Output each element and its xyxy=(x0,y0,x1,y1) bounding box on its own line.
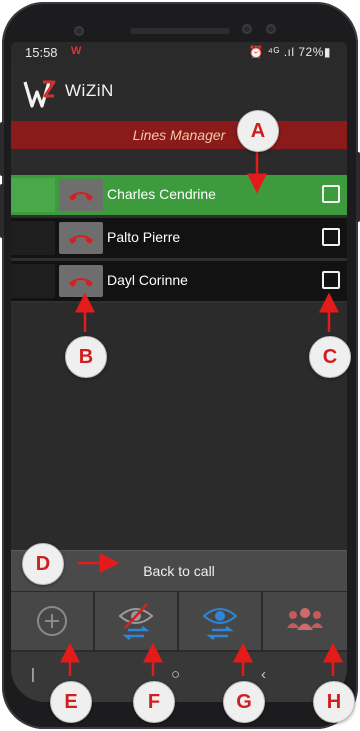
wizin-logo-icon xyxy=(23,80,56,108)
callout-c: C xyxy=(309,336,351,378)
conference-button[interactable] xyxy=(263,592,347,650)
hangup-phone-icon xyxy=(69,235,93,244)
front-camera-icon xyxy=(242,24,252,34)
back-nav-icon[interactable]: ‹ xyxy=(261,666,266,683)
eye-slash-transfer-icon xyxy=(118,603,154,640)
phone-screen: 15:58 W ⏰ ⁴ᴳ .ıl 72%▮ WiZiN Lines Manage… xyxy=(11,42,347,702)
iris-sensor-icon xyxy=(266,24,276,34)
callout-a: A xyxy=(237,110,279,152)
lines-manager-header: Lines Manager xyxy=(11,121,347,149)
callout-d: D xyxy=(22,543,64,585)
hangup-button[interactable] xyxy=(59,179,103,211)
earpiece xyxy=(130,28,230,34)
line-name: Charles Cendrine xyxy=(107,186,216,202)
hangup-phone-icon xyxy=(69,278,93,287)
add-circle-icon xyxy=(37,606,67,636)
bixby-button xyxy=(0,184,4,238)
bottom-toolbar xyxy=(11,592,347,650)
group-icon xyxy=(287,608,323,630)
line-name: Palto Pierre xyxy=(107,229,181,245)
blind-transfer-button[interactable] xyxy=(95,592,179,650)
attended-transfer-button[interactable] xyxy=(179,592,263,650)
callout-b: B xyxy=(65,336,107,378)
line-select-checkbox[interactable] xyxy=(322,271,340,289)
status-indicators: ⏰ ⁴ᴳ .ıl 72%▮ xyxy=(248,45,331,59)
volume-button xyxy=(0,122,4,176)
power-button xyxy=(356,152,360,222)
app-bar: WiZiN xyxy=(11,64,347,120)
line-status-cell xyxy=(11,221,55,255)
hangup-button[interactable] xyxy=(59,265,103,297)
eye-transfer-icon xyxy=(202,608,238,640)
callout-h: H xyxy=(313,681,355,723)
hangup-button[interactable] xyxy=(59,222,103,254)
line-row-dayl-corinne[interactable]: Dayl Corinne xyxy=(11,261,347,303)
home-nav-icon[interactable]: ○ xyxy=(171,666,180,683)
hangup-phone-icon xyxy=(69,192,93,201)
sensor-icon xyxy=(74,26,84,36)
status-bar: 15:58 W ⏰ ⁴ᴳ .ıl 72%▮ xyxy=(11,42,347,64)
line-status-cell xyxy=(11,178,55,212)
status-time: 15:58 xyxy=(25,45,58,60)
callout-f: F xyxy=(133,681,175,723)
spacer xyxy=(11,149,347,175)
add-line-button[interactable] xyxy=(11,592,95,650)
line-row-charles-cendrine[interactable]: Charles Cendrine xyxy=(11,175,347,217)
recents-nav-icon[interactable]: | xyxy=(31,666,35,683)
line-row-palto-pierre[interactable]: Palto Pierre xyxy=(11,218,347,260)
wizin-notification-icon: W xyxy=(71,45,82,57)
callout-e: E xyxy=(50,681,92,723)
line-name: Dayl Corinne xyxy=(107,272,188,288)
app-name: WiZiN xyxy=(65,81,114,100)
callout-g: G xyxy=(223,681,265,723)
line-status-cell xyxy=(11,264,55,298)
line-select-checkbox[interactable] xyxy=(322,228,340,246)
line-select-checkbox[interactable] xyxy=(322,185,340,203)
